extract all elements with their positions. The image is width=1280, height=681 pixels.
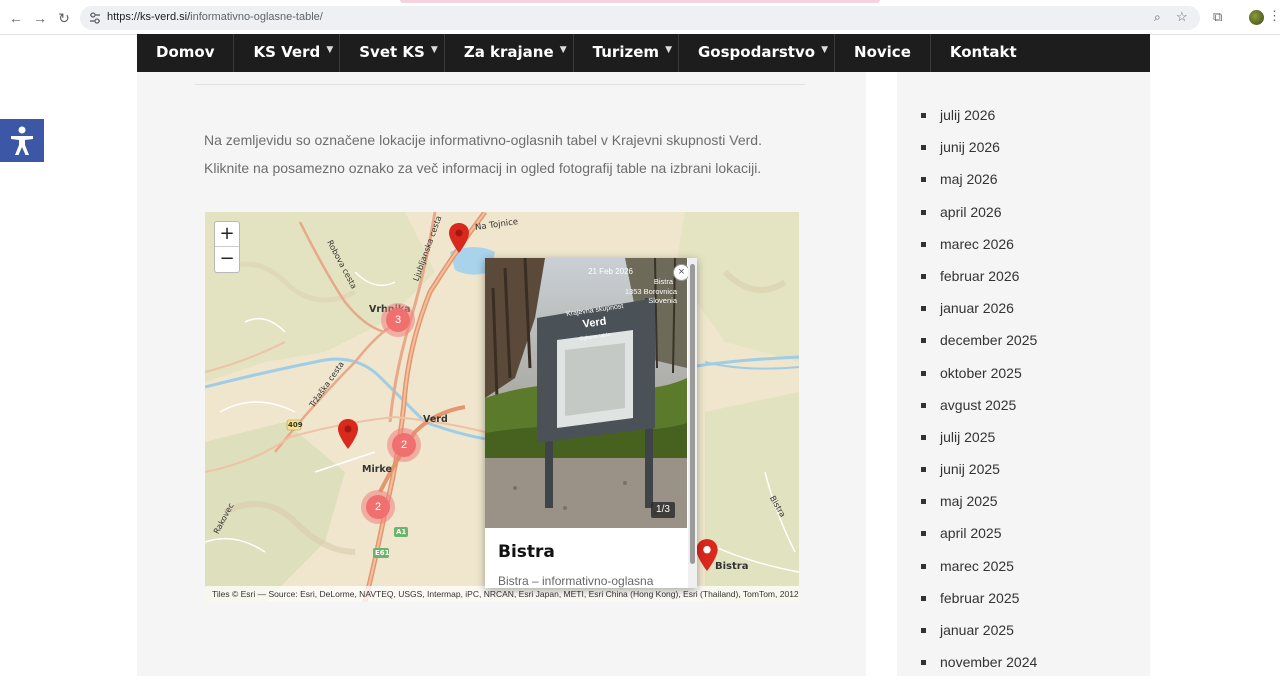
photo-counter: 1/3 <box>651 502 675 518</box>
cluster-count: 2 <box>392 433 416 457</box>
archive-link[interactable]: februar 2025 <box>921 585 1037 617</box>
map-label-mirke: Mirke <box>362 464 392 475</box>
archive-link[interactable]: februar 2026 <box>921 263 1037 295</box>
cluster-count: 3 <box>386 308 410 332</box>
marker-cluster[interactable]: 3 <box>381 303 415 337</box>
accessibility-button[interactable] <box>0 119 44 162</box>
cluster-count: 2 <box>366 495 390 519</box>
nav-label: Gospodarstvo <box>698 43 816 61</box>
map-label-bistra: Bistra <box>715 561 749 572</box>
chevron-down-icon: ▼ <box>326 45 334 55</box>
archive-link[interactable]: april 2025 <box>921 520 1037 552</box>
nav-item-ks-verd[interactable]: KS Verd ▼ <box>234 34 341 72</box>
map-marker-icon[interactable] <box>337 418 359 450</box>
bookmark-star-icon[interactable]: ☆ <box>1176 9 1192 25</box>
main-navigation: Domov KS Verd ▼ Svet KS ▼ Za krajane ▼ Turi… <box>137 34 1150 72</box>
archive-link[interactable]: marec 2026 <box>921 231 1037 263</box>
chevron-down-icon: ▼ <box>559 45 567 55</box>
nav-item-za-krajane[interactable]: Za krajane ▼ <box>445 34 574 72</box>
divider <box>195 84 805 85</box>
popup-scrollbar[interactable] <box>688 258 697 588</box>
road-shield-e61: E61 <box>375 549 390 557</box>
archive-list: julij 2026 junij 2026 maj 2026 april 202… <box>921 102 1037 681</box>
archive-link[interactable]: januar 2026 <box>921 295 1037 327</box>
marker-popup: Krajevna skupnost Verd Oglasna tabla 21 … <box>485 258 697 588</box>
road-shield-409: 409 <box>288 421 303 429</box>
map-marker-icon[interactable] <box>448 222 470 254</box>
nav-label: KS Verd <box>253 43 321 61</box>
archive-link[interactable]: junij 2025 <box>921 456 1037 488</box>
archive-link[interactable]: oktober 2025 <box>921 360 1037 392</box>
archive-link[interactable]: marec 2025 <box>921 553 1037 585</box>
nav-label: Svet KS <box>359 43 425 61</box>
nav-item-svet-ks[interactable]: Svet KS ▼ <box>340 34 445 72</box>
chevron-down-icon: ▼ <box>821 45 829 55</box>
address-bar[interactable]: https://ks-verd.si/informativno-oglasne-… <box>80 6 1200 30</box>
extensions-icon[interactable]: ⧉ <box>1213 9 1229 25</box>
nav-item-domov[interactable]: Domov <box>137 34 235 72</box>
url-text[interactable]: https://ks-verd.si/informativno-oglasne-… <box>107 11 323 23</box>
nav-item-novice[interactable]: Novice <box>835 34 931 72</box>
archive-link[interactable]: julij 2026 <box>921 102 1037 134</box>
map-marker-icon[interactable] <box>695 538 719 572</box>
archive-link[interactable]: avgust 2025 <box>921 392 1037 424</box>
reload-icon[interactable]: ↻ <box>55 9 73 27</box>
url-path: informativno-oglasne-table/ <box>190 11 323 23</box>
browser-toolbar: ← → ↻ https://ks-verd.si/informativno-og… <box>0 0 1280 35</box>
zoom-icon[interactable]: ⌕ <box>1154 10 1170 26</box>
intro-text: Na zemljevidu so označene lokacije infor… <box>204 132 762 176</box>
photo-place-1: Bistra <box>654 277 674 286</box>
nav-label: Novice <box>854 43 911 61</box>
popup-description: Bistra – informativno-oglasna <box>498 574 654 588</box>
site-info-icon[interactable] <box>88 11 102 25</box>
zoom-out-button[interactable]: − <box>215 247 239 272</box>
nav-item-turizem[interactable]: Turizem ▼ <box>574 34 679 72</box>
archive-link[interactable]: januar 2025 <box>921 617 1037 649</box>
menu-icon[interactable]: ⋮ <box>1268 8 1280 24</box>
archive-link[interactable]: junij 2026 <box>921 134 1037 166</box>
back-icon[interactable]: ← <box>7 9 25 27</box>
nav-item-gospodarstvo[interactable]: Gospodarstvo ▼ <box>679 34 836 72</box>
profile-avatar[interactable] <box>1249 10 1264 25</box>
chevron-down-icon: ▼ <box>665 45 672 55</box>
archive-link[interactable]: maj 2025 <box>921 488 1037 520</box>
zoom-in-button[interactable]: + <box>215 222 239 247</box>
archive-link[interactable]: april 2026 <box>921 199 1037 231</box>
nav-label: Kontakt <box>949 43 1017 61</box>
nav-label: Domov <box>156 43 215 61</box>
archive-link[interactable]: julij 2025 <box>921 424 1037 456</box>
marker-cluster[interactable]: 2 <box>361 490 395 524</box>
chevron-down-icon: ▼ <box>430 45 438 55</box>
road-shield-a1: A1 <box>396 528 407 536</box>
photo-place-3: Slovenia <box>648 296 678 305</box>
scrollbar-thumb[interactable] <box>690 264 695 564</box>
archive-link[interactable]: december 2025 <box>921 327 1037 359</box>
forward-icon[interactable]: → <box>31 9 49 27</box>
archive-link[interactable]: maj 2026 <box>921 166 1037 198</box>
marker-cluster[interactable]: 2 <box>387 428 421 462</box>
nav-item-kontakt[interactable]: Kontakt <box>931 34 1036 72</box>
tab-accent <box>400 0 880 3</box>
map-label-verd: Verd <box>423 414 448 425</box>
location-photo[interactable]: Krajevna skupnost Verd Oglasna tabla 21 … <box>485 258 687 528</box>
nav-label: Za krajane <box>463 43 554 61</box>
url-host: https://ks-verd.si/ <box>107 11 191 23</box>
photo-date: 21 Feb 2026 <box>588 267 633 276</box>
archive-link[interactable]: november 2024 <box>921 649 1037 681</box>
nav-label: Turizem <box>592 43 659 61</box>
accessibility-icon <box>11 126 33 155</box>
map-attribution: Tiles © Esri — Source: Esri, DeLorme, NA… <box>205 586 799 602</box>
popup-title: Bistra <box>498 542 555 562</box>
zoom-control: + − <box>214 221 240 273</box>
photo-place-2: 1353 Borovnica <box>625 287 678 296</box>
